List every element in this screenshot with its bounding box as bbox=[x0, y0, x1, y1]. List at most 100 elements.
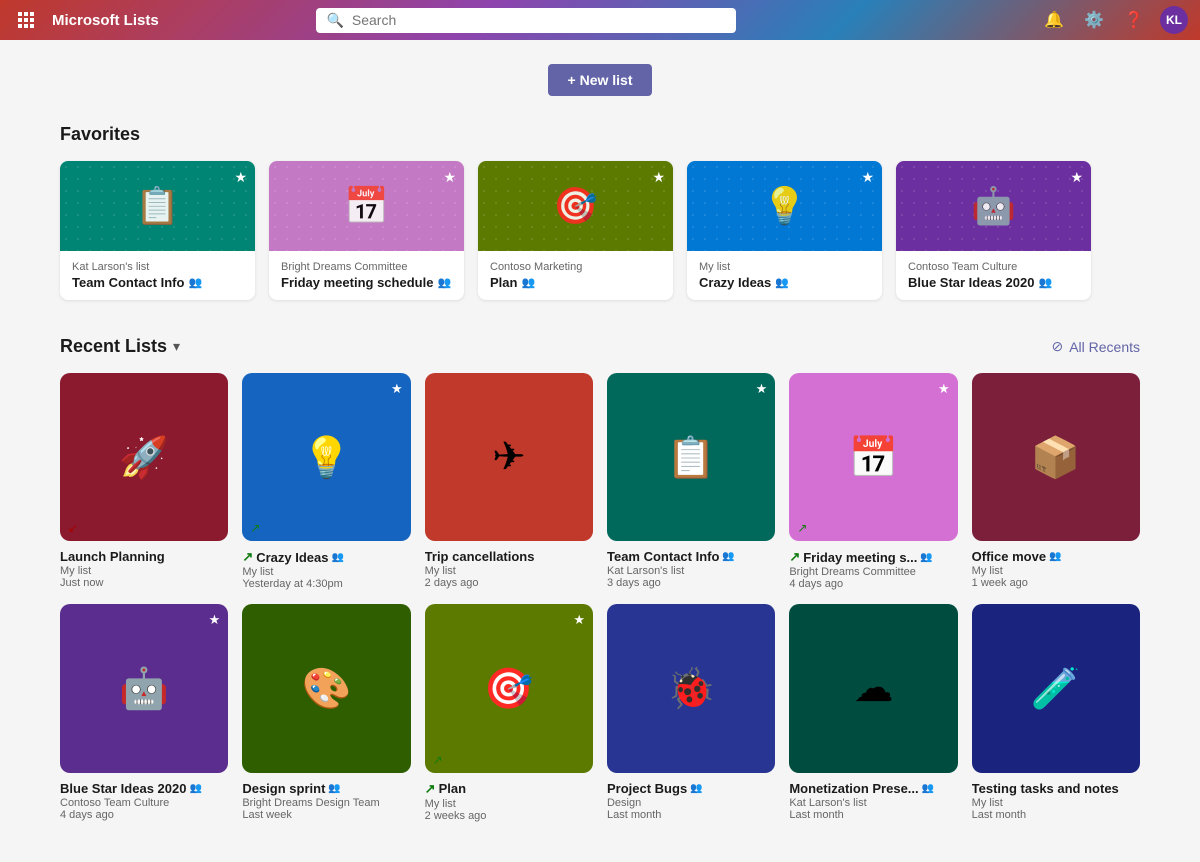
recent-name: Launch Planning bbox=[60, 549, 165, 564]
favorites-section-header: Favorites bbox=[60, 124, 1140, 145]
search-input[interactable] bbox=[352, 12, 727, 28]
recent-list-item[interactable]: 🐞 Project Bugs 👥 Design Last month bbox=[607, 604, 775, 821]
fav-name: Crazy Ideas bbox=[699, 275, 771, 290]
star-icon: ★ bbox=[234, 169, 247, 186]
share-icon: 👥 bbox=[189, 783, 201, 794]
trend-prefix-icon: ↗ bbox=[242, 549, 253, 565]
recent-name: Project Bugs 👥 bbox=[607, 781, 703, 796]
recent-icon-wrap: 🧪 bbox=[972, 604, 1140, 772]
recent-time: Just now bbox=[60, 577, 103, 589]
recent-list-item[interactable]: ★ 📅 ↗ ↗Friday meeting s... 👥 Bright Drea… bbox=[789, 373, 957, 590]
recent-name: Monetization Prese... 👥 bbox=[789, 781, 934, 796]
recent-icon-wrap: ★ 🤖 bbox=[60, 604, 228, 772]
fav-subtitle: Contoso Marketing bbox=[490, 261, 661, 273]
trend-prefix-icon: ↗ bbox=[789, 549, 800, 565]
help-icon[interactable]: ❓ bbox=[1120, 6, 1148, 34]
recent-list-item[interactable]: ★ 🎯 ↗ ↗Plan My list 2 weeks ago bbox=[425, 604, 593, 821]
favorite-card[interactable]: ★ 📋 Kat Larson's list Team Contact Info … bbox=[60, 161, 255, 300]
recent-subtitle: Bright Dreams Design Team bbox=[242, 797, 379, 809]
fav-card-header: ★ 🎯 bbox=[478, 161, 673, 251]
fav-card-icon: 📋 bbox=[135, 185, 180, 227]
recent-name: ↗Friday meeting s... 👥 bbox=[789, 549, 933, 565]
trend-up-icon: ↗ bbox=[797, 521, 807, 535]
trend-down-icon: ↙ bbox=[68, 521, 78, 535]
recent-icon: 📋 bbox=[666, 434, 716, 481]
fav-title-row: Team Contact Info 👥 bbox=[72, 275, 243, 290]
trend-up-icon: ↗ bbox=[433, 753, 443, 767]
fav-card-icon: 📅 bbox=[344, 185, 389, 227]
star-icon: ★ bbox=[443, 169, 456, 186]
recent-chevron-icon[interactable]: ▾ bbox=[173, 338, 180, 355]
star-icon: ★ bbox=[573, 612, 585, 628]
recent-icon-wrap: 🚀 ↙ bbox=[60, 373, 228, 541]
fav-name: Friday meeting schedule bbox=[281, 275, 433, 290]
recent-list-item[interactable]: 🚀 ↙ Launch Planning My list Just now bbox=[60, 373, 228, 590]
recent-icon: ☁ bbox=[853, 665, 893, 711]
recent-name: Trip cancellations bbox=[425, 549, 535, 564]
recent-list-item[interactable]: 🧪 Testing tasks and notes My list Last m… bbox=[972, 604, 1140, 821]
fav-name: Team Contact Info bbox=[72, 275, 184, 290]
fav-card-icon: 💡 bbox=[762, 185, 807, 227]
all-recents-filter[interactable]: ⊘ All Recents bbox=[1051, 338, 1140, 355]
recent-icon: ✈ bbox=[492, 434, 526, 480]
recent-list-item[interactable]: ✈ Trip cancellations My list 2 days ago bbox=[425, 373, 593, 590]
filter-icon: ⊘ bbox=[1051, 338, 1063, 355]
favorite-card[interactable]: ★ 🎯 Contoso Marketing Plan 👥 bbox=[478, 161, 673, 300]
recent-list-item[interactable]: ★ 🤖 Blue Star Ideas 2020 👥 Contoso Team … bbox=[60, 604, 228, 821]
bell-icon[interactable]: 🔔 bbox=[1040, 6, 1068, 34]
recent-subtitle: My list bbox=[972, 565, 1003, 577]
recent-time: Last month bbox=[607, 809, 661, 821]
recent-time: Last week bbox=[242, 809, 292, 821]
recent-name: ↗Plan bbox=[425, 781, 466, 797]
star-icon: ★ bbox=[209, 612, 221, 628]
recent-icon: 📦 bbox=[1031, 434, 1081, 481]
recent-subtitle: Kat Larson's list bbox=[789, 797, 866, 809]
app-header: Microsoft Lists 🔍 🔔 ⚙️ ❓ KL bbox=[0, 0, 1200, 40]
waffle-icon[interactable] bbox=[12, 6, 40, 34]
recent-time: 4 days ago bbox=[789, 578, 843, 590]
recent-list-item[interactable]: ☁ Monetization Prese... 👥 Kat Larson's l… bbox=[789, 604, 957, 821]
fav-card-header: ★ 📅 bbox=[269, 161, 464, 251]
search-bar[interactable]: 🔍 bbox=[316, 8, 736, 33]
share-icon: 👥 bbox=[328, 783, 340, 794]
recent-subtitle: My list bbox=[425, 565, 456, 577]
share-icon: 👥 bbox=[332, 552, 344, 563]
share-icon: 👥 bbox=[775, 276, 789, 289]
share-icon: 👥 bbox=[1049, 551, 1061, 562]
recent-icon-wrap: 🐞 bbox=[607, 604, 775, 772]
recent-list-item[interactable]: ★ 💡 ↗ ↗Crazy Ideas 👥 My list Yesterday a… bbox=[242, 373, 410, 590]
new-list-button[interactable]: + New list bbox=[548, 64, 653, 96]
settings-icon[interactable]: ⚙️ bbox=[1080, 6, 1108, 34]
fav-card-header: ★ 📋 bbox=[60, 161, 255, 251]
fav-subtitle: Contoso Team Culture bbox=[908, 261, 1079, 273]
favorite-card[interactable]: ★ 📅 Bright Dreams Committee Friday meeti… bbox=[269, 161, 464, 300]
fav-name: Blue Star Ideas 2020 bbox=[908, 275, 1034, 290]
recent-subtitle: Design bbox=[607, 797, 641, 809]
fav-name: Plan bbox=[490, 275, 517, 290]
recent-list-item[interactable]: ★ 📋 Team Contact Info 👥 Kat Larson's lis… bbox=[607, 373, 775, 590]
recent-time: 1 week ago bbox=[972, 577, 1028, 589]
favorite-card[interactable]: ★ 🤖 Contoso Team Culture Blue Star Ideas… bbox=[896, 161, 1091, 300]
recent-title: Recent Lists bbox=[60, 336, 167, 357]
recent-icon: 📅 bbox=[849, 434, 899, 481]
header-right: 🔔 ⚙️ ❓ KL bbox=[1040, 6, 1188, 34]
recent-list-item[interactable]: 🎨 Design sprint 👥 Bright Dreams Design T… bbox=[242, 604, 410, 821]
avatar[interactable]: KL bbox=[1160, 6, 1188, 34]
recent-icon-wrap: 🎨 bbox=[242, 604, 410, 772]
share-icon: 👥 bbox=[920, 552, 932, 563]
recent-icon: 🎯 bbox=[484, 665, 534, 712]
fav-card-body: Contoso Marketing Plan 👥 bbox=[478, 251, 673, 300]
favorite-card[interactable]: ★ 💡 My list Crazy Ideas 👥 bbox=[687, 161, 882, 300]
star-icon: ★ bbox=[756, 381, 768, 397]
star-icon: ★ bbox=[1070, 169, 1083, 186]
search-icon: 🔍 bbox=[326, 12, 343, 29]
recent-list-item[interactable]: 📦 Office move 👥 My list 1 week ago bbox=[972, 373, 1140, 590]
filter-label[interactable]: All Recents bbox=[1069, 339, 1140, 355]
recent-subtitle: Kat Larson's list bbox=[607, 565, 684, 577]
favorites-title: Favorites bbox=[60, 124, 140, 145]
share-icon: 👥 bbox=[188, 276, 202, 289]
recent-grid: 🚀 ↙ Launch Planning My list Just now ★ 💡… bbox=[60, 373, 1140, 822]
recent-name: Blue Star Ideas 2020 👥 bbox=[60, 781, 202, 796]
recent-subtitle: Contoso Team Culture bbox=[60, 797, 169, 809]
recent-icon-wrap: ★ 💡 ↗ bbox=[242, 373, 410, 541]
